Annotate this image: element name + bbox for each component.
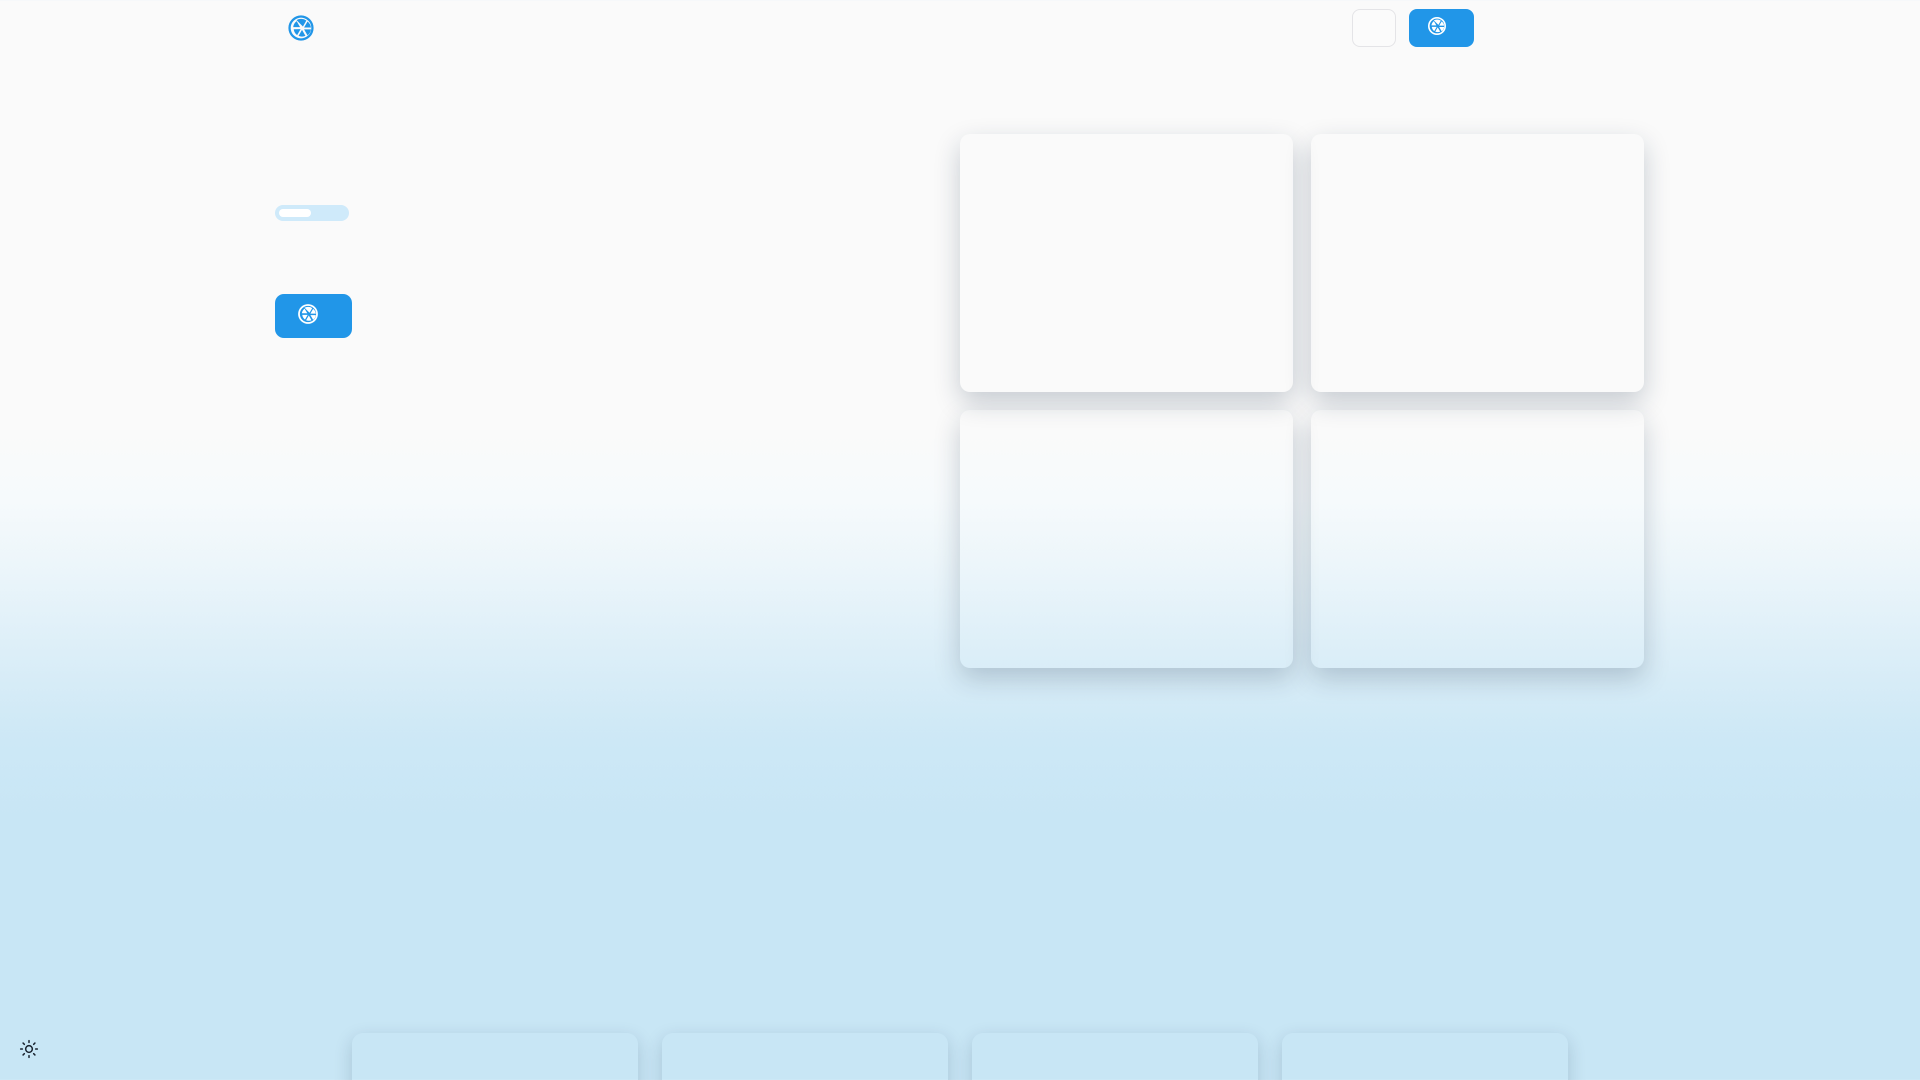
example-card[interactable] (352, 1033, 638, 1080)
brand-logo[interactable] (287, 14, 325, 42)
example-card[interactable] (972, 1033, 1258, 1080)
early-bird-pill (279, 209, 311, 217)
example-photo (352, 1033, 638, 1080)
hero-image-salad[interactable] (960, 410, 1293, 668)
hero-cta-button[interactable] (275, 294, 352, 338)
steak-photo (1311, 410, 1644, 668)
salad-photo (960, 410, 1293, 668)
hero-image-burger[interactable] (960, 134, 1293, 392)
aperture-icon (287, 14, 315, 42)
hero-image-steak[interactable] (1311, 410, 1644, 668)
example-photo (972, 1033, 1258, 1080)
early-bird-badge[interactable] (275, 205, 349, 221)
burger-photo (960, 134, 1293, 392)
login-button[interactable] (1352, 8, 1396, 47)
aperture-icon (1427, 16, 1447, 40)
hero-copy (275, 200, 955, 367)
example-card[interactable] (662, 1033, 948, 1080)
site-header (0, 0, 1920, 55)
tacos-photo (1311, 134, 1644, 392)
examples-section (0, 880, 1920, 1080)
aperture-icon (297, 303, 319, 330)
example-photo (662, 1033, 948, 1080)
examples-grid (352, 1033, 1568, 1080)
hero-image-tacos[interactable] (1311, 134, 1644, 392)
sun-icon (19, 1039, 39, 1064)
theme-toggle-button[interactable] (12, 1034, 46, 1068)
get-started-button[interactable] (1409, 8, 1474, 47)
example-photo (1282, 1033, 1568, 1080)
hero-image-grid (960, 134, 1644, 668)
example-card[interactable] (1282, 1033, 1568, 1080)
header-actions (1352, 8, 1474, 47)
